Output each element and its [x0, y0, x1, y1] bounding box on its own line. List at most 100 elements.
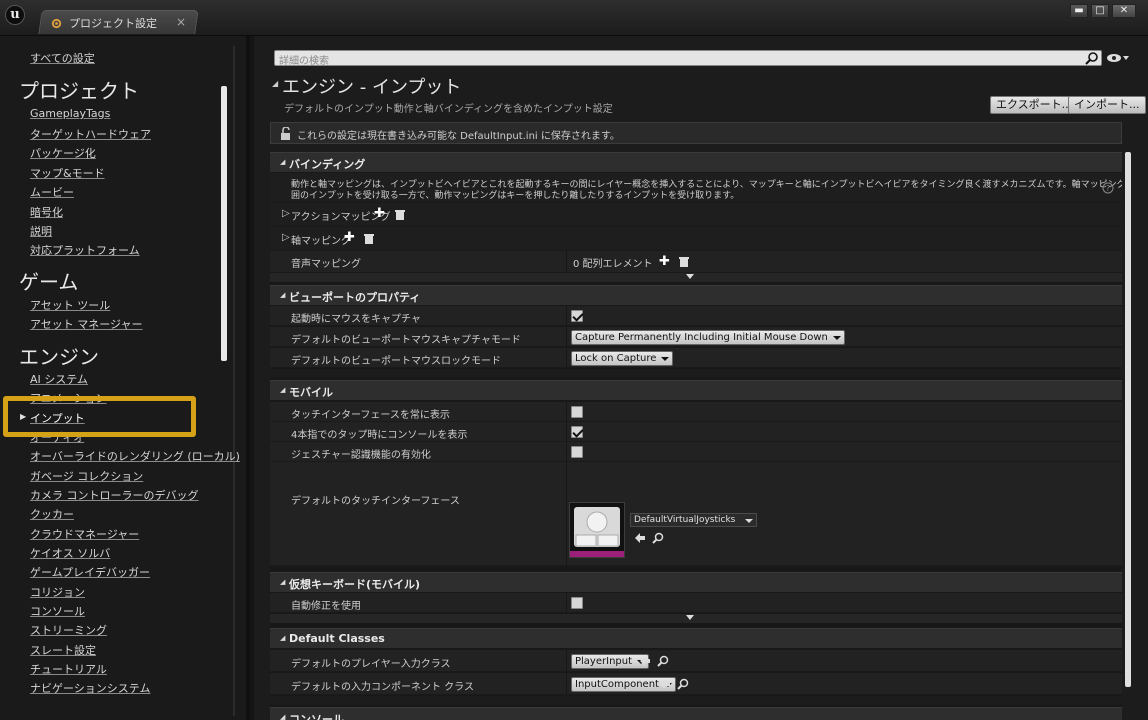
- section-virtual-keyboard[interactable]: ◢ 仮想キーボード(モバイル): [270, 572, 1122, 592]
- tab-label: プロジェクト設定: [69, 17, 157, 30]
- section-console[interactable]: ◢ コンソール: [270, 707, 1122, 720]
- section-default-classes[interactable]: ◢ Default Classes: [270, 628, 1122, 648]
- browse-search-icon[interactable]: [677, 678, 689, 690]
- sidebar-scrollbar[interactable]: [221, 86, 227, 361]
- chevron-down-icon: [745, 519, 753, 523]
- four-finger-console-label: 4本指でのタップ時にコンソールを表示: [291, 430, 468, 441]
- bindings-description-line2: 囲のインプットを受け取る一方で、動作マッピングはキーを押したり離したりするインプ…: [291, 191, 740, 201]
- touch-interface-dropdown[interactable]: DefaultVirtualJoysticks: [630, 513, 757, 527]
- sidebar-item-collision[interactable]: コリジョン: [30, 584, 85, 600]
- section-mobile[interactable]: ◢ モバイル: [270, 380, 1122, 400]
- always-show-touch-row: タッチインターフェースを常に表示: [270, 402, 1122, 422]
- always-show-touch-checkbox[interactable]: [571, 406, 583, 418]
- gesture-recognizer-row: ジェスチャー認識機能の有効化: [270, 442, 1122, 462]
- lock-mode-row: デフォルトのビューポートマウスロックモード Lock on Capture: [270, 348, 1122, 368]
- autocorrect-label: 自動修正を使用: [291, 601, 361, 612]
- sidebar-item-chaos-solver[interactable]: ケイオス ソルバ: [30, 545, 110, 561]
- sidebar-item-crowd-manager[interactable]: クラウドマネージャー: [30, 526, 139, 542]
- sidebar-item-maps-modes[interactable]: マップ&モード: [30, 165, 105, 181]
- category-collapse-icon[interactable]: ◢: [272, 79, 278, 88]
- svg-text:?: ?: [1106, 184, 1110, 193]
- sidebar-item-gameplaytags[interactable]: GameplayTags: [30, 107, 110, 120]
- sidebar-item-cooker[interactable]: クッカー: [30, 506, 74, 522]
- lock-mode-dropdown[interactable]: Lock on Capture: [571, 351, 674, 366]
- close-window-button[interactable]: ✕: [1112, 4, 1136, 18]
- search-input[interactable]: 詳細の検索: [274, 50, 1102, 67]
- capture-mode-dropdown[interactable]: Capture Permanently Including Initial Mo…: [571, 330, 845, 345]
- delete-axis-mappings-icon[interactable]: [363, 233, 375, 245]
- sidebar-item-rendering-override[interactable]: オーバーライドのレンダリング (ローカル): [30, 448, 240, 464]
- search-placeholder: 詳細の検索: [279, 56, 329, 67]
- unlock-icon: [281, 127, 290, 140]
- add-action-mapping-icon[interactable]: ✚: [374, 206, 385, 221]
- section-viewport-label: ビューポートのプロパティ: [289, 291, 421, 304]
- sidebar-item-gameplay-debugger[interactable]: ゲームプレイデバッガー: [30, 564, 150, 580]
- sidebar-item-packaging[interactable]: パッケージ化: [30, 145, 96, 161]
- column-divider: [566, 442, 567, 461]
- gesture-recognizer-checkbox[interactable]: [571, 446, 583, 458]
- add-speech-mapping-icon[interactable]: ✚: [659, 254, 670, 269]
- sidebar-item-target-hardware[interactable]: ターゲットハードウェア: [30, 126, 151, 142]
- action-mappings-row: ▷ アクションマッピング ✚: [270, 203, 1122, 227]
- expand-arrow-icon[interactable]: ▷: [282, 232, 290, 243]
- section-bindings[interactable]: ◢ バインディング: [270, 152, 1122, 172]
- sidebar-item-slate-settings[interactable]: スレート設定: [30, 642, 96, 658]
- details-scrollbar[interactable]: [1125, 152, 1131, 687]
- section-collapse-icon: ◢: [280, 713, 286, 720]
- expand-down-icon: [686, 274, 694, 279]
- player-input-class-dropdown[interactable]: PlayerInput: [571, 654, 650, 669]
- title-bar: u プロジェクト設定 × ▬ □ ✕: [0, 0, 1148, 36]
- sidebar-heading-game: ゲーム: [19, 270, 79, 294]
- search-icon[interactable]: [1085, 51, 1099, 65]
- delete-action-mappings-icon[interactable]: [394, 209, 406, 221]
- sidebar-item-asset-manager[interactable]: アセット マネージャー: [30, 316, 143, 332]
- touch-interface-thumbnail[interactable]: [569, 502, 625, 558]
- capture-on-start-row: 起動時にマウスをキャプチャ: [270, 306, 1122, 326]
- import-button[interactable]: インポート...: [1068, 96, 1146, 114]
- sidebar-all-settings-link[interactable]: すべての設定: [30, 50, 95, 66]
- sidebar-item-camera-controller-debug[interactable]: カメラ コントローラーのデバッグ: [30, 487, 199, 503]
- sidebar-item-garbage-collection[interactable]: ガベージ コレクション: [30, 468, 143, 484]
- section-collapse-icon: ◢: [280, 291, 286, 299]
- capture-on-start-checkbox[interactable]: [571, 310, 583, 322]
- column-divider: [566, 593, 567, 612]
- export-button[interactable]: エクスポート...: [990, 96, 1079, 114]
- use-selected-arrow-icon[interactable]: [634, 532, 646, 544]
- browse-search-icon[interactable]: [657, 655, 669, 667]
- section-virtual-keyboard-label: 仮想キーボード(モバイル): [289, 578, 421, 591]
- sidebar-item-streaming[interactable]: ストリーミング: [30, 622, 107, 638]
- sidebar-item-description[interactable]: 説明: [30, 223, 52, 239]
- always-show-touch-label: タッチインターフェースを常に表示: [291, 410, 450, 421]
- delete-speech-mappings-icon[interactable]: [678, 256, 690, 268]
- minimize-button[interactable]: ▬: [1070, 4, 1088, 18]
- advanced-expander[interactable]: [270, 614, 1122, 623]
- sidebar-item-movies[interactable]: ムービー: [30, 184, 74, 200]
- sidebar-item-ai-system[interactable]: AI システム: [30, 371, 88, 387]
- four-finger-console-checkbox[interactable]: [571, 426, 583, 438]
- tab-close-icon[interactable]: ×: [176, 15, 186, 29]
- column-divider: [566, 422, 567, 441]
- section-bindings-label: バインディング: [289, 158, 366, 171]
- add-axis-mapping-icon[interactable]: ✚: [344, 230, 355, 245]
- sidebar-item-asset-tools[interactable]: アセット ツール: [30, 297, 110, 313]
- sidebar-item-supported-platforms[interactable]: 対応プラットフォーム: [30, 242, 140, 258]
- use-selected-arrow-icon[interactable]: [659, 678, 671, 690]
- autocorrect-checkbox[interactable]: [571, 597, 583, 609]
- use-selected-arrow-icon[interactable]: [639, 655, 651, 667]
- column-divider: [566, 673, 567, 694]
- sidebar-item-tutorial[interactable]: チュートリアル: [30, 661, 107, 677]
- browse-search-icon[interactable]: [652, 532, 664, 544]
- visibility-options-icon[interactable]: [1106, 52, 1130, 64]
- tab-project-settings[interactable]: プロジェクト設定 ×: [44, 12, 196, 34]
- maximize-button[interactable]: □: [1091, 4, 1109, 18]
- sidebar-item-encryption[interactable]: 暗号化: [30, 204, 63, 220]
- section-viewport-properties[interactable]: ◢ ビューポートのプロパティ: [270, 285, 1122, 305]
- expand-arrow-icon[interactable]: ▷: [282, 208, 290, 219]
- advanced-expander[interactable]: [270, 273, 1122, 282]
- sidebar-item-console[interactable]: コンソール: [30, 603, 85, 619]
- player-input-class-value: PlayerInput: [575, 656, 633, 667]
- capture-mode-value: Capture Permanently Including Initial Mo…: [575, 332, 828, 343]
- help-icon[interactable]: ?: [1102, 182, 1114, 194]
- sidebar-item-navigation-system[interactable]: ナビゲーションシステム: [30, 680, 150, 696]
- unreal-logo-icon: u: [5, 5, 25, 25]
